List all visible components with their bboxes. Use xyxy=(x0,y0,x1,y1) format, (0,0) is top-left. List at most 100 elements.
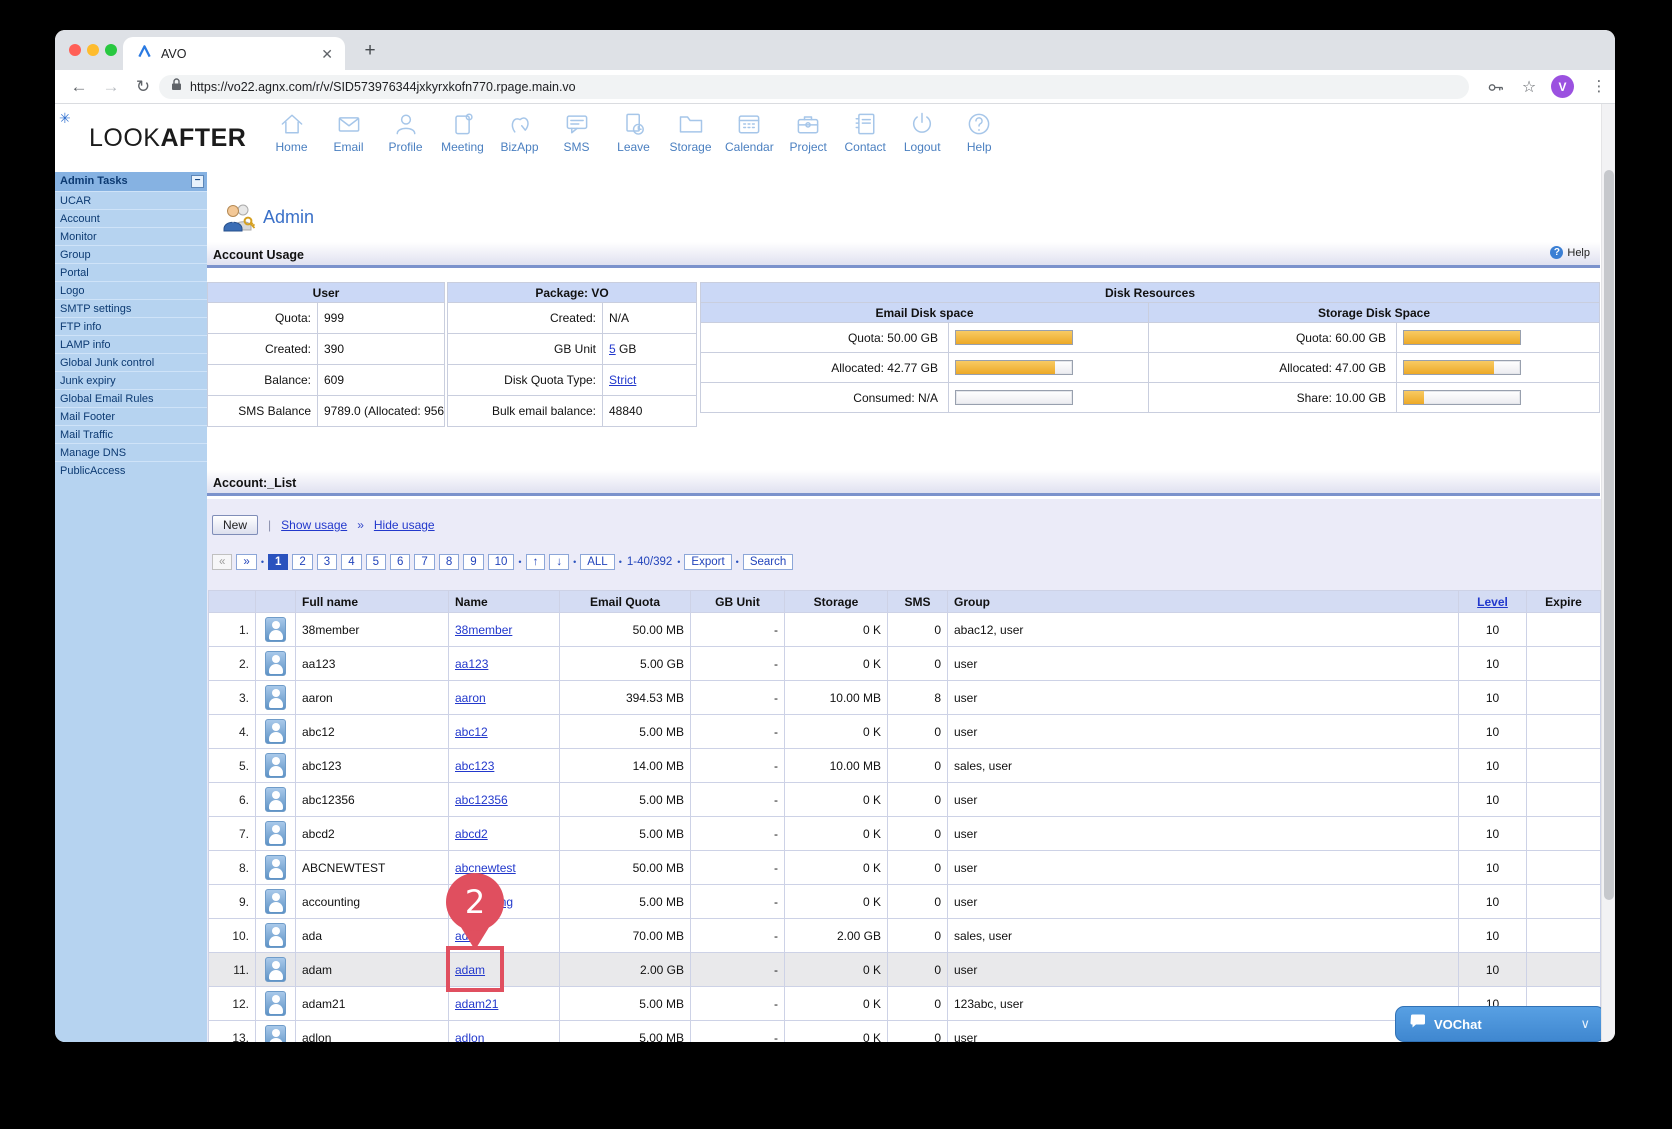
sidebar-item-logo[interactable]: Logo xyxy=(55,281,207,299)
name-cell: adlon xyxy=(449,1021,560,1043)
logout-icon xyxy=(908,110,936,138)
sidebar-item-ucar[interactable]: UCAR xyxy=(55,191,207,209)
name-link[interactable]: aaron xyxy=(455,691,486,705)
help-link[interactable]: ? Help xyxy=(1550,246,1590,259)
vochat-widget[interactable]: VOChat ∨ xyxy=(1395,1006,1605,1042)
page-number-3[interactable]: 3 xyxy=(317,554,337,570)
group-cell: user xyxy=(948,681,1459,715)
name-link[interactable]: adam21 xyxy=(455,997,498,1011)
browser-window: AVO ✕ + ← → ↻ https://vo22.agnx.com/r/v/… xyxy=(55,30,1615,1042)
name-link[interactable]: abc12 xyxy=(455,725,488,739)
level-cell: 10 xyxy=(1459,817,1527,851)
page-prev-button[interactable]: « xyxy=(212,554,232,570)
row-number: 13. xyxy=(209,1021,256,1043)
sidebar-item-publicaccess[interactable]: PublicAccess xyxy=(55,461,207,479)
sidebar-item-portal[interactable]: Portal xyxy=(55,263,207,281)
key-icon[interactable] xyxy=(1483,75,1507,99)
person-icon xyxy=(265,685,286,710)
name-link[interactable]: abcd2 xyxy=(455,827,488,841)
usage-value-link[interactable]: Strict xyxy=(609,373,636,387)
new-tab-button[interactable]: + xyxy=(358,39,382,63)
page-number-1[interactable]: 1 xyxy=(268,554,288,570)
page-number-9[interactable]: 9 xyxy=(463,554,483,570)
browser-menu-icon[interactable]: ⋮ xyxy=(1589,75,1609,99)
sidebar-item-group[interactable]: Group xyxy=(55,245,207,263)
lock-icon xyxy=(171,78,182,96)
show-all-button[interactable]: ALL xyxy=(580,554,614,570)
page-number-6[interactable]: 6 xyxy=(390,554,410,570)
scrollbar-thumb[interactable] xyxy=(1604,170,1614,900)
sort-up-button[interactable]: ↑ xyxy=(526,554,546,570)
nav-label: Home xyxy=(275,140,307,154)
nav-item-calendar[interactable]: Calendar xyxy=(725,110,774,154)
name-link[interactable]: 38member xyxy=(455,623,512,637)
address-bar[interactable]: https://vo22.agnx.com/r/v/SID573976344jx… xyxy=(159,75,1469,99)
sms-cell: 0 xyxy=(888,749,948,783)
sort-down-button[interactable]: ↓ xyxy=(549,554,569,570)
sidebar-item-lamp-info[interactable]: LAMP info xyxy=(55,335,207,353)
usage-bar xyxy=(955,360,1073,375)
nav-item-project[interactable]: Project xyxy=(786,110,831,154)
level-sort-link[interactable]: Level xyxy=(1477,595,1508,609)
nav-item-meeting[interactable]: Meeting xyxy=(440,110,485,154)
sidebar-item-monitor[interactable]: Monitor xyxy=(55,227,207,245)
page-next-button[interactable]: » xyxy=(236,554,256,570)
export-button[interactable]: Export xyxy=(684,554,731,570)
reload-button[interactable]: ↻ xyxy=(131,75,155,99)
sidebar-item-junk-expiry[interactable]: Junk expiry xyxy=(55,371,207,389)
nav-item-email[interactable]: Email xyxy=(326,110,371,154)
zoom-window-button[interactable] xyxy=(105,44,117,56)
chevron-down-icon[interactable]: ∨ xyxy=(1580,1016,1590,1032)
name-link[interactable]: aa123 xyxy=(455,657,488,671)
usage-value: N/A xyxy=(603,303,697,334)
search-button[interactable]: Search xyxy=(743,554,793,570)
sidebar-item-mail-traffic[interactable]: Mail Traffic xyxy=(55,425,207,443)
sidebar-item-mail-footer[interactable]: Mail Footer xyxy=(55,407,207,425)
sidebar-item-manage-dns[interactable]: Manage DNS xyxy=(55,443,207,461)
minimize-window-button[interactable] xyxy=(87,44,99,56)
nav-item-contact[interactable]: Contact xyxy=(843,110,888,154)
storage-cell: 10.00 MB xyxy=(785,681,888,715)
close-window-button[interactable] xyxy=(69,44,81,56)
nav-item-help[interactable]: Help xyxy=(957,110,1002,154)
name-link[interactable]: adlon xyxy=(455,1031,484,1043)
sidebar-item-global-email-rules[interactable]: Global Email Rules xyxy=(55,389,207,407)
browser-tab[interactable]: AVO ✕ xyxy=(123,37,345,70)
nav-item-storage[interactable]: Storage xyxy=(668,110,713,154)
nav-item-home[interactable]: Home xyxy=(269,110,314,154)
tab-close-icon[interactable]: ✕ xyxy=(321,47,333,61)
page-number-8[interactable]: 8 xyxy=(439,554,459,570)
full-name-cell: 38member xyxy=(296,613,449,647)
email-quota-cell: 50.00 MB xyxy=(560,613,691,647)
nav-item-bizapp[interactable]: BizApp xyxy=(497,110,542,154)
sms-cell: 0 xyxy=(888,953,948,987)
usage-value-link[interactable]: 5 xyxy=(609,342,616,356)
page-number-7[interactable]: 7 xyxy=(414,554,434,570)
bookmark-star-icon[interactable]: ☆ xyxy=(1517,75,1541,99)
group-cell: user xyxy=(948,885,1459,919)
back-button[interactable]: ← xyxy=(67,75,91,99)
sidebar-item-smtp-settings[interactable]: SMTP settings xyxy=(55,299,207,317)
usage-value: 5 GB xyxy=(603,334,697,365)
sidebar-item-account[interactable]: Account xyxy=(55,209,207,227)
forward-button[interactable]: → xyxy=(99,75,123,99)
new-button[interactable]: New xyxy=(212,515,258,535)
page-number-10[interactable]: 10 xyxy=(488,554,515,570)
page-number-5[interactable]: 5 xyxy=(366,554,386,570)
person-icon xyxy=(265,1025,286,1042)
name-link[interactable]: abc123 xyxy=(455,759,494,773)
nav-item-leave[interactable]: Leave xyxy=(611,110,656,154)
page-scrollbar[interactable] xyxy=(1601,104,1615,1042)
page-number-4[interactable]: 4 xyxy=(341,554,361,570)
show-usage-link[interactable]: Show usage xyxy=(281,518,347,532)
nav-item-logout[interactable]: Logout xyxy=(900,110,945,154)
name-link[interactable]: abc12356 xyxy=(455,793,508,807)
page-number-2[interactable]: 2 xyxy=(292,554,312,570)
sidebar-item-ftp-info[interactable]: FTP info xyxy=(55,317,207,335)
hide-usage-link[interactable]: Hide usage xyxy=(374,518,435,532)
collapse-minus-icon[interactable]: − xyxy=(191,175,204,188)
profile-avatar[interactable]: V xyxy=(1551,75,1574,98)
sidebar-item-global-junk-control[interactable]: Global Junk control xyxy=(55,353,207,371)
nav-item-sms[interactable]: SMS xyxy=(554,110,599,154)
nav-item-profile[interactable]: Profile xyxy=(383,110,428,154)
